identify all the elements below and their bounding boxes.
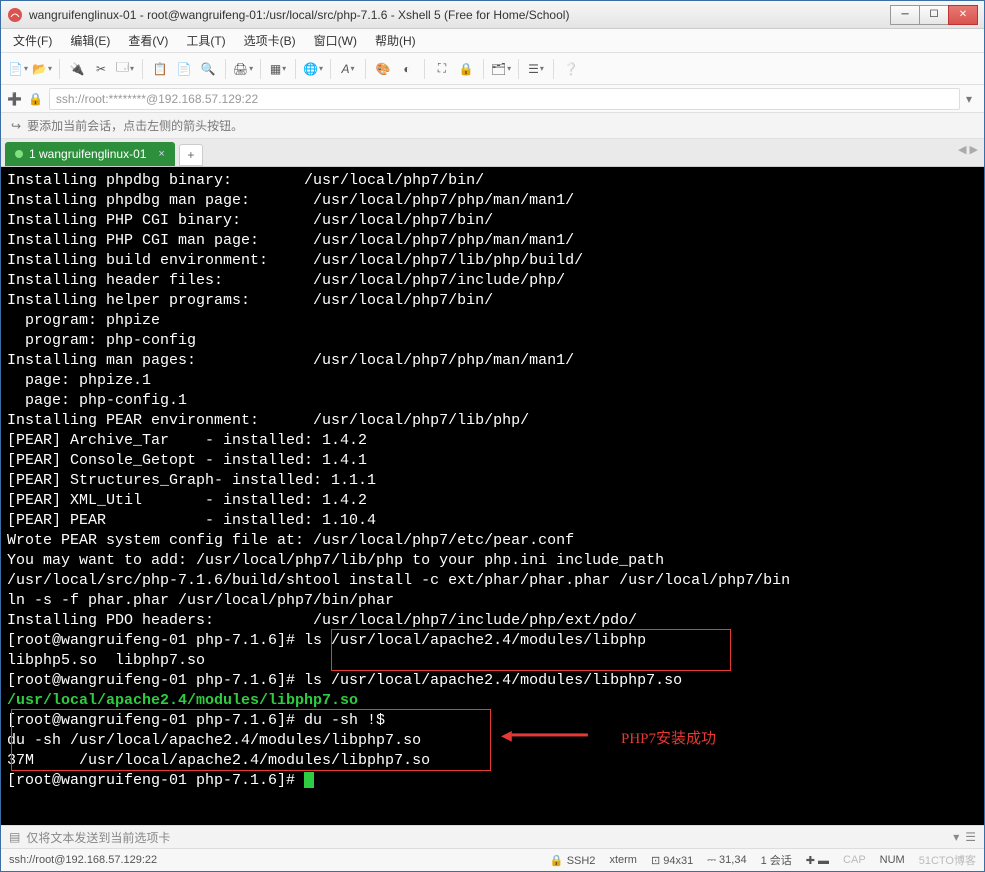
watermark: 51CTO博客 xyxy=(919,852,976,868)
menu-view[interactable]: 查看(V) xyxy=(124,30,172,51)
highlight-button[interactable]: ◐ xyxy=(396,58,418,80)
find-button[interactable]: 🔍 xyxy=(197,58,219,80)
maximize-button[interactable]: ☐ xyxy=(919,5,949,25)
transfer-button[interactable]: 🗂 xyxy=(490,58,512,80)
menu-help[interactable]: 帮助(H) xyxy=(371,30,420,51)
annotation-label: PHP7安装成功 xyxy=(621,729,716,749)
addr-add-icon[interactable]: ➕ xyxy=(7,92,22,106)
send-text: 仅将文本发送到当前选项卡 xyxy=(26,829,170,846)
new-session-button[interactable]: 📄 xyxy=(7,58,29,80)
window-title: wangruifenglinux-01 - root@wangruifeng-0… xyxy=(29,8,891,22)
titlebar[interactable]: wangruifenglinux-01 - root@wangruifeng-0… xyxy=(1,1,984,29)
address-bar: ➕ 🔒 ssh://root:********@192.168.57.129:2… xyxy=(1,85,984,113)
menu-file[interactable]: 文件(F) xyxy=(9,30,56,51)
info-text: 要添加当前会话，点击左侧的箭头按钮。 xyxy=(27,117,243,134)
status-ssh: 🔒 SSH2 xyxy=(550,854,596,867)
open-session-button[interactable]: 📂 xyxy=(31,58,53,80)
app-icon xyxy=(7,7,23,23)
status-conn: ssh://root@192.168.57.129:22 xyxy=(9,854,536,866)
status-cap: CAP xyxy=(843,854,866,866)
font-button[interactable]: A xyxy=(337,58,359,80)
menu-edit[interactable]: 编辑(E) xyxy=(66,30,114,51)
tab-label: 1 wangruifenglinux-01 xyxy=(29,147,146,161)
minimize-button[interactable]: ─ xyxy=(890,5,920,25)
address-dropdown[interactable]: ▾ xyxy=(960,92,978,106)
color-button[interactable]: 🎨 xyxy=(372,58,394,80)
status-sess: 1 会话 xyxy=(761,852,792,868)
tab-nav[interactable]: ◀ ▶ xyxy=(958,143,978,156)
encoding-button[interactable]: 🌐 xyxy=(302,58,324,80)
lock-button[interactable]: 🔒 xyxy=(455,58,477,80)
menu-tools[interactable]: 工具(T) xyxy=(182,30,229,51)
lock-icon: 🔒 xyxy=(28,92,43,106)
send-menu[interactable]: ☰ xyxy=(965,830,976,844)
new-tab-button[interactable]: + xyxy=(179,144,203,166)
address-input[interactable]: ssh://root:********@192.168.57.129:22 xyxy=(49,88,960,110)
app-window: wangruifenglinux-01 - root@wangruifeng-0… xyxy=(0,0,985,872)
session-tab[interactable]: 1 wangruifenglinux-01 × xyxy=(5,142,175,166)
status-size: ⊡ 94x31 xyxy=(651,854,693,867)
print-button[interactable]: 🖨 xyxy=(232,58,254,80)
paste-button[interactable]: 📄 xyxy=(173,58,195,80)
info-arrow-icon[interactable]: ↪ xyxy=(11,119,21,133)
menu-window[interactable]: 窗口(W) xyxy=(310,30,361,51)
help-button[interactable]: ❔ xyxy=(560,58,582,80)
toolbar: 📄 📂 🔌 ✂ 🗔 📋 📄 🔍 🖨 ▦ 🌐 A 🎨 ◐ ⛶ 🔒 🗂 ☰ ❔ xyxy=(1,53,984,85)
status-pos: ⎓ 31,34 xyxy=(707,854,746,867)
properties-button[interactable]: 🗔 xyxy=(114,58,136,80)
script-button[interactable]: ☰ xyxy=(525,58,547,80)
reconnect-button[interactable]: 🔌 xyxy=(66,58,88,80)
send-bar: ▤ 仅将文本发送到当前选项卡 ▾ ☰ xyxy=(1,825,984,849)
info-bar: ↪ 要添加当前会话，点击左侧的箭头按钮。 xyxy=(1,113,984,139)
status-bar: ssh://root@192.168.57.129:22 🔒 SSH2 xter… xyxy=(1,849,984,871)
send-dropdown[interactable]: ▾ xyxy=(953,830,959,844)
close-button[interactable]: ✕ xyxy=(948,5,978,25)
tab-close-icon[interactable]: × xyxy=(158,148,164,160)
status-nav[interactable]: ✚ ▬ xyxy=(806,854,829,867)
terminal-output[interactable]: Installing phpdbg binary: /usr/local/php… xyxy=(1,167,984,825)
menubar: 文件(F) 编辑(E) 查看(V) 工具(T) 选项卡(B) 窗口(W) 帮助(… xyxy=(1,29,984,53)
status-num: NUM xyxy=(880,854,905,866)
tab-status-dot xyxy=(15,150,23,158)
disconnect-button[interactable]: ✂ xyxy=(90,58,112,80)
layout-button[interactable]: ▦ xyxy=(267,58,289,80)
tab-bar: 1 wangruifenglinux-01 × + ◀ ▶ xyxy=(1,139,984,167)
status-term: xterm xyxy=(609,854,637,866)
send-icon[interactable]: ▤ xyxy=(9,830,20,844)
annotation-arrow: ◀━━━━━━━ xyxy=(501,727,588,747)
copy-button[interactable]: 📋 xyxy=(149,58,171,80)
menu-tabs[interactable]: 选项卡(B) xyxy=(240,30,300,51)
fullscreen-button[interactable]: ⛶ xyxy=(431,58,453,80)
